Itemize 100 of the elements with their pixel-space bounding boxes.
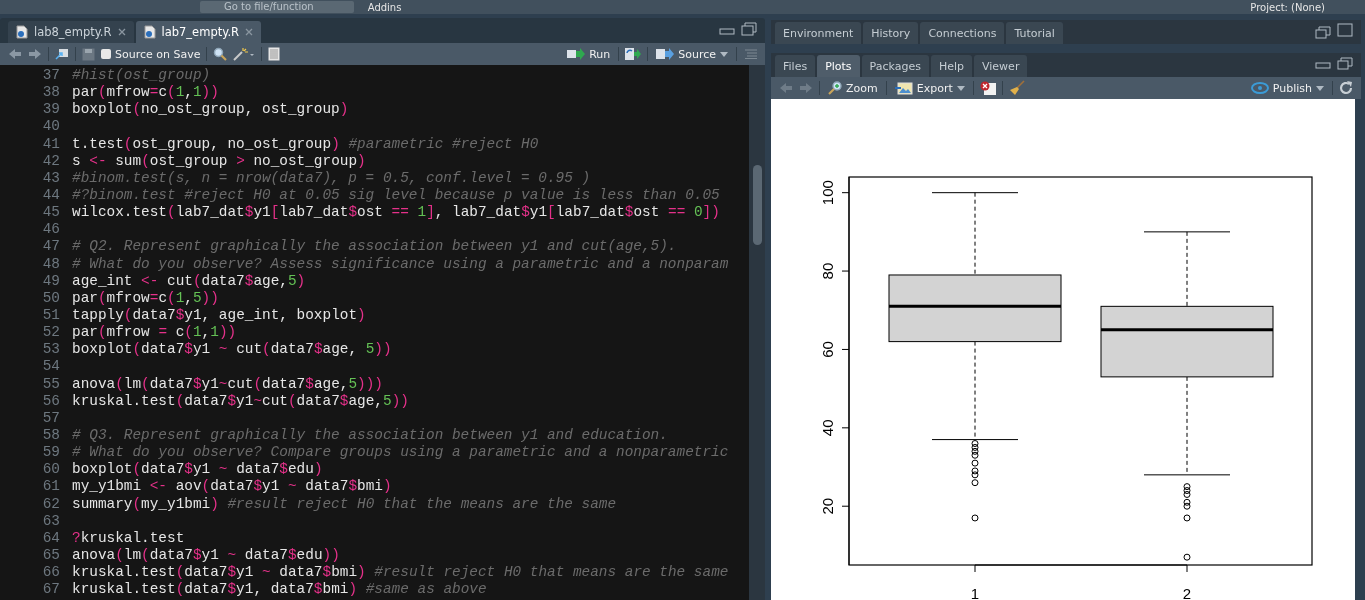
notebook-icon[interactable] <box>268 47 281 61</box>
code-line[interactable]: boxplot(no_ost_group, ost_group) <box>72 101 349 118</box>
forward-arrow-icon[interactable] <box>28 48 42 60</box>
code-line[interactable]: age_int <- cut(data7$age,5) <box>72 272 306 289</box>
maximize-icon[interactable] <box>741 21 757 36</box>
restore-icon[interactable] <box>1315 25 1331 39</box>
tick-label: 2 <box>1182 585 1192 600</box>
minimize-icon[interactable] <box>719 26 735 35</box>
line-number: 44 <box>41 187 60 205</box>
code-line[interactable]: par(mfrow=c(1,1)) <box>72 84 219 101</box>
scrollbar-thumb[interactable] <box>753 165 762 245</box>
line-number: 45 <box>41 204 60 222</box>
line-number: 59 <box>41 444 60 462</box>
back-arrow-icon[interactable] <box>8 48 22 60</box>
remove-plot-icon[interactable] <box>979 81 996 95</box>
tick-label: 80 <box>819 262 836 280</box>
search-icon[interactable] <box>213 47 228 61</box>
run-arrow-icon <box>567 48 586 60</box>
pane-tab[interactable]: Help <box>930 55 972 77</box>
broom-icon[interactable] <box>1008 80 1025 96</box>
file-tab[interactable]: lab8_empty.R <box>8 21 134 43</box>
line-number: 40 <box>41 118 60 136</box>
rerun-icon[interactable] <box>625 47 642 61</box>
picture-icon <box>894 81 913 95</box>
line-number: 50 <box>41 289 60 307</box>
tick-label: 40 <box>819 419 836 437</box>
line-number: 42 <box>41 152 60 170</box>
code-line[interactable]: s <- sum(ost_group > no_ost_group) <box>72 152 366 169</box>
code-line[interactable]: kruskal.test(data7$y1, data7$bmi) #same as above <box>72 581 487 598</box>
code-line[interactable]: kruskal.test(data7$y1~cut(data7$age,5)) <box>72 392 409 409</box>
minimize-icon[interactable] <box>1315 61 1331 69</box>
run-button[interactable]: Run <box>565 47 613 61</box>
project-menu[interactable]: Project: (None) <box>1250 1 1325 13</box>
pane-tab[interactable]: Packages <box>861 55 929 77</box>
close-icon[interactable] <box>245 28 254 36</box>
pane-tab[interactable]: Connections <box>920 22 1005 44</box>
maximize-icon[interactable] <box>1337 23 1353 37</box>
publish-icon <box>1250 82 1269 94</box>
line-number: 53 <box>41 341 60 359</box>
source-on-save-checkbox[interactable]: Source on Save <box>101 47 201 61</box>
line-number: 58 <box>41 426 60 445</box>
code-line[interactable]: ?kruskal.test <box>72 529 185 546</box>
code-line[interactable]: anova(lm(data7$y1~cut(data7$age,5))) <box>72 375 383 392</box>
line-number: 41 <box>41 135 60 153</box>
line-number: 39 <box>41 101 60 119</box>
pane-tab[interactable]: Environment <box>775 22 862 44</box>
tick-label: 1 <box>970 585 980 600</box>
file-tab[interactable]: lab7_empty.R <box>135 21 262 43</box>
save-icon[interactable] <box>82 47 95 61</box>
r-file-icon <box>16 25 28 39</box>
caret-icon <box>956 85 965 91</box>
line-number: 37 <box>41 67 60 85</box>
code-line[interactable]: tapply(data7$y1, age_int, boxplot) <box>72 306 366 323</box>
line-number: 62 <box>41 495 60 513</box>
pane-tab[interactable]: Viewer <box>974 55 1028 77</box>
line-number: 65 <box>41 546 60 565</box>
magic-wand-icon[interactable] <box>233 47 256 61</box>
tick-label: 60 <box>819 341 836 358</box>
code-line[interactable]: summary(my_y1bmi) #result reject H0 that the means are the same <box>72 495 617 512</box>
addins-menu[interactable]: Addins <box>367 1 402 13</box>
source-button[interactable]: Source <box>654 47 730 61</box>
pane-tab[interactable]: Plots <box>817 55 860 77</box>
pane-tab[interactable]: Tutorial <box>1006 22 1063 44</box>
line-number: 46 <box>41 221 60 239</box>
tick-label: 20 <box>819 497 836 515</box>
code-line[interactable]: par(mfrow = c(1,1)) <box>72 324 237 341</box>
tick-label: 100 <box>819 180 836 206</box>
line-number: 60 <box>41 461 60 479</box>
caret-icon <box>1316 85 1324 91</box>
line-number: 55 <box>41 375 60 393</box>
line-number: 56 <box>41 392 60 410</box>
code-line[interactable]: anova(lm(data7$y1 ~ data7$edu)) <box>72 546 340 563</box>
scrollbar[interactable] <box>749 65 765 600</box>
line-number: 54 <box>41 358 60 376</box>
publish-button[interactable]: Publish <box>1248 81 1326 95</box>
code-line[interactable]: my_y1bmi <- aov(data7$y1 ~ data7$bmi) <box>72 478 392 495</box>
refresh-icon[interactable] <box>1339 81 1353 95</box>
line-number: 49 <box>41 272 60 290</box>
line-number: 43 <box>41 169 60 187</box>
pane-tab[interactable]: Files <box>775 55 816 77</box>
restore-icon[interactable] <box>1337 56 1353 70</box>
r-file-icon <box>143 25 156 39</box>
export-button[interactable]: Export <box>892 81 967 95</box>
code-line[interactable]: t.test(ost_group, no_ost_group) #parametric #reject H0 <box>72 135 539 152</box>
line-number: 67 <box>41 581 60 599</box>
pane-tab[interactable]: History <box>863 22 919 44</box>
source-arrow-icon <box>656 48 675 60</box>
code-line[interactable]: par(mfrow=c(1,5)) <box>72 289 219 306</box>
magnifier-plus-icon <box>828 81 842 95</box>
close-icon[interactable] <box>117 28 126 36</box>
code-line[interactable]: boxplot(data7$y1 ~ cut(data7$age, 5)) <box>72 341 392 358</box>
line-number: 63 <box>41 512 60 530</box>
code-line[interactable]: boxplot(data7$y1 ~ data7$edu) <box>72 461 323 478</box>
code-line[interactable]: wilcox.test(lab7_dat$y1[lab7_dat$ost == 1], lab7_dat$y1[lab7_dat$ost == 0]) <box>72 204 720 221</box>
code-line[interactable]: kruskal.test(data7$y1 ~ data7$bmi) #result reject H0 that means are the same <box>72 564 729 581</box>
line-number: 51 <box>41 306 60 325</box>
show-in-window-icon[interactable] <box>55 48 69 60</box>
zoom-button[interactable]: Zoom <box>826 81 880 95</box>
caret-icon <box>720 51 728 57</box>
line-number: 47 <box>41 238 60 256</box>
